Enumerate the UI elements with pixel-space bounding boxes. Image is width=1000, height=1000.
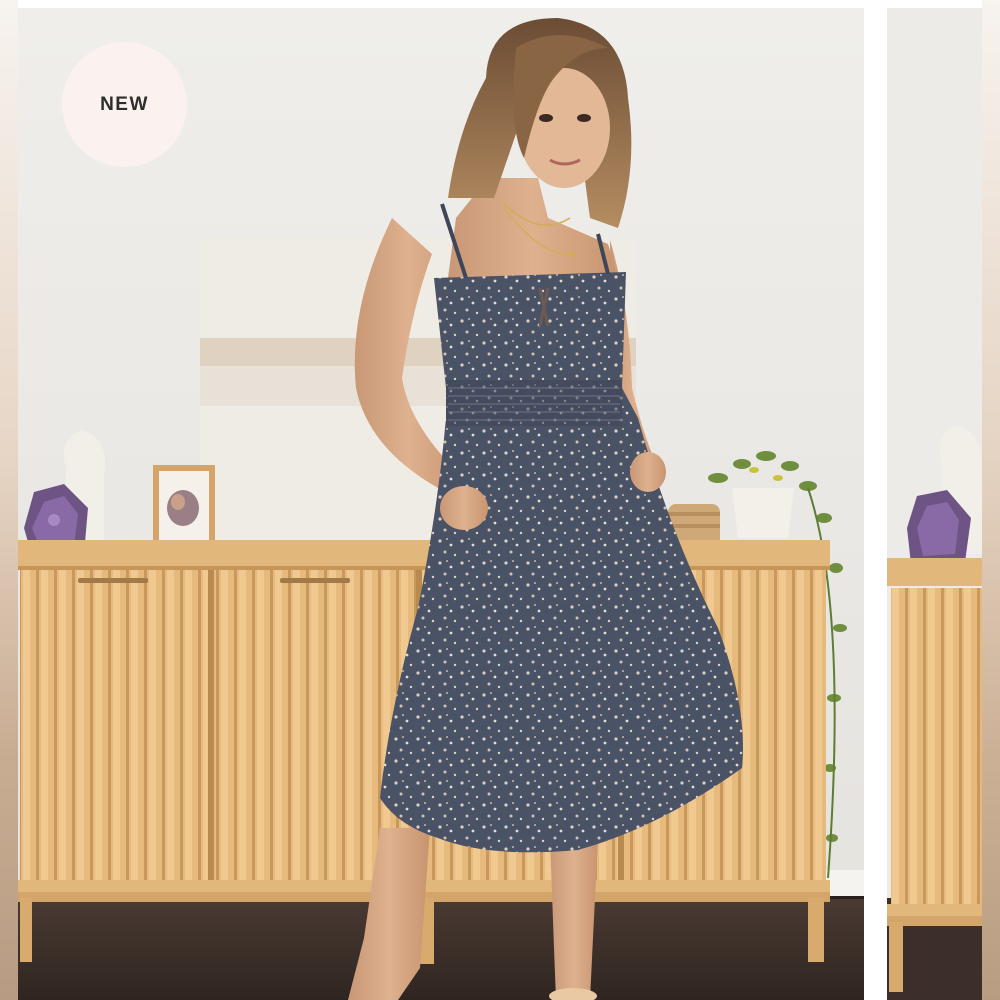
product-photo-main[interactable]: NEW [18, 8, 864, 1000]
new-badge-label: NEW [100, 93, 149, 115]
product-photo-next[interactable] [887, 8, 982, 1000]
new-badge: NEW [62, 42, 187, 167]
product-image-carousel[interactable]: NEW [0, 0, 1000, 1000]
sideboard-detail-photo [887, 8, 982, 1000]
